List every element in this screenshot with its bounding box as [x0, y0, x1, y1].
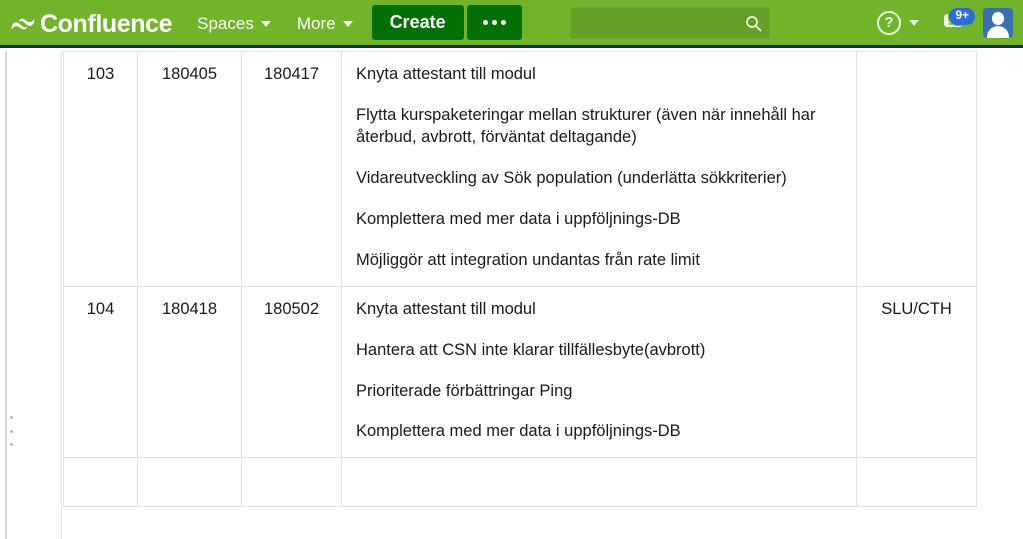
- organisation-label: SLU/CTH: [881, 299, 952, 318]
- item-line: Hantera att CSN inte klarar tillfällesby…: [356, 340, 706, 359]
- item-line: Knyta attestant till modul: [356, 65, 536, 83]
- cell-start-date: [137, 457, 242, 507]
- item-line: Möjliggör att integration undantas från …: [356, 250, 700, 269]
- cell-end-date: 180417: [241, 51, 342, 287]
- cell-number: 103: [63, 51, 138, 287]
- cell-items: Knyta attestant till modul Flytta kurspa…: [341, 51, 857, 287]
- ellipsis-icon: [500, 20, 506, 25]
- confluence-logo[interactable]: Confluence: [0, 0, 184, 48]
- table-body: 103 180405 180417 Knyta attestant till m…: [63, 51, 977, 507]
- cell-organisation: [856, 51, 977, 287]
- nav-item-spaces-label: Spaces: [197, 14, 254, 33]
- avatar-head: [992, 11, 1004, 25]
- cell-end-date: 180502: [241, 285, 342, 459]
- cell-organisation: [856, 457, 977, 507]
- nav-flex-gap: [770, 0, 863, 45]
- release-plan-table: 103 180405 180417 Knyta attestant till m…: [63, 51, 977, 507]
- ellipsis-icon: [491, 20, 497, 25]
- table-row: 104 180418 180502 Knyta attestant till m…: [63, 285, 977, 459]
- nav-item-more-label: More: [296, 14, 336, 33]
- table-row: 103 180405 180417 Knyta attestant till m…: [63, 51, 977, 287]
- notifications-button[interactable]: 9+: [927, 0, 977, 45]
- confluence-logo-icon: [10, 11, 36, 37]
- cell-items: [341, 457, 857, 507]
- help-menu-button[interactable]: ?: [863, 0, 927, 45]
- chevron-down-icon: [909, 19, 919, 26]
- table-row: [63, 457, 977, 507]
- collapsed-sidebar: [0, 51, 62, 539]
- avatar-icon: [983, 7, 1013, 38]
- handle-dot: [10, 443, 13, 446]
- item-line: Vidareutveckling av Sök population (unde…: [356, 168, 787, 187]
- more-actions-button[interactable]: [466, 5, 522, 40]
- search-input[interactable]: [570, 7, 769, 38]
- notification-badge: 9+: [948, 7, 976, 26]
- cell-items: Knyta attestant till modul Hantera att C…: [341, 285, 857, 459]
- item-line: Prioriterade förbättringar Ping: [356, 381, 573, 400]
- handle-dot: [10, 416, 13, 419]
- help-icon: ?: [877, 10, 901, 35]
- cell-start-date: 180405: [137, 51, 242, 287]
- search-box[interactable]: [569, 6, 770, 39]
- item-line: Knyta attestant till modul: [356, 299, 536, 318]
- chevron-down-icon: [260, 21, 271, 27]
- confluence-logo-text: Confluence: [40, 9, 173, 38]
- profile-button[interactable]: [977, 0, 1023, 45]
- search-area: [569, 6, 770, 39]
- nav-item-spaces[interactable]: Spaces: [184, 0, 284, 48]
- avatar-body: [987, 25, 1009, 38]
- ellipsis-icon: [482, 20, 488, 25]
- cell-number: 104: [63, 285, 138, 459]
- create-button[interactable]: Create: [371, 5, 464, 40]
- page-content: 103 180405 180417 Knyta attestant till m…: [63, 51, 1023, 539]
- cell-number: [63, 457, 138, 507]
- page-body: 103 180405 180417 Knyta attestant till m…: [0, 51, 1023, 539]
- item-line: Flytta kurspaketeringar mellan strukture…: [356, 105, 816, 146]
- cell-organisation: SLU/CTH: [856, 285, 977, 459]
- cell-start-date: 180418: [137, 285, 242, 459]
- vertical-dots-handle-icon[interactable]: [7, 416, 16, 446]
- handle-dot: [10, 429, 13, 433]
- top-navigation-bar: Confluence Spaces More Create ? 9+: [0, 0, 1023, 48]
- cell-end-date: [241, 457, 342, 507]
- sidebar-divider: [5, 51, 7, 539]
- item-line: Komplettera med mer data i uppföljnings-…: [356, 422, 681, 441]
- chevron-down-icon: [342, 21, 353, 27]
- nav-item-more[interactable]: More: [284, 0, 366, 48]
- item-line: Komplettera med mer data i uppföljnings-…: [356, 209, 681, 228]
